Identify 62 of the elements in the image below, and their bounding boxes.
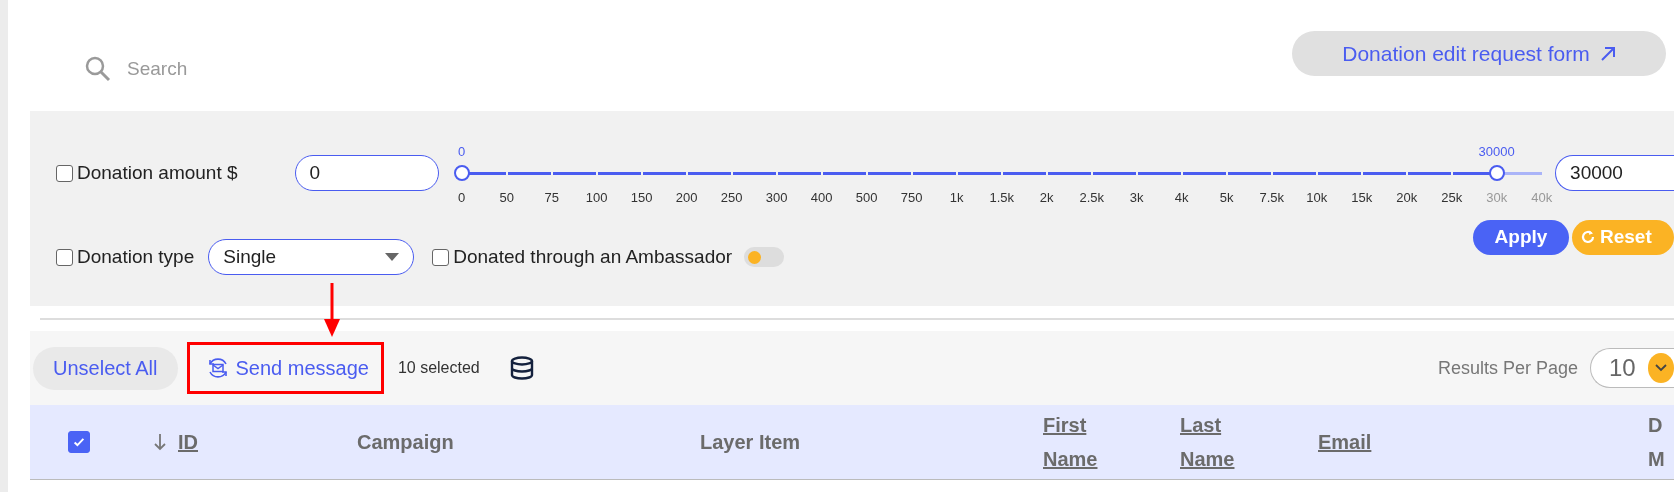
slider-reading: 30000	[1478, 144, 1515, 159]
chevron-down-icon	[1654, 364, 1667, 372]
column-header[interactable]: First Name	[1043, 408, 1103, 476]
tick-label: 100	[584, 190, 609, 205]
tick-label: 10k	[1305, 190, 1329, 205]
column-header[interactable]: Email	[1318, 425, 1372, 459]
tick-label: 3k	[1128, 190, 1145, 205]
tick-label: 4k	[1173, 190, 1190, 205]
caret-icon	[385, 253, 400, 261]
tick-label: 50	[498, 190, 515, 205]
slider-thumb[interactable]	[453, 164, 470, 181]
database-icon[interactable]	[509, 356, 534, 380]
search-icon	[85, 55, 111, 82]
toggle-switch[interactable]	[744, 247, 785, 267]
tick-label: 300	[764, 190, 789, 205]
slider-thumb[interactable]	[1488, 164, 1505, 181]
tick-label: 2k	[1038, 190, 1055, 205]
refresh-icon	[1580, 229, 1596, 245]
slider-reading: 0	[458, 144, 466, 159]
external-arrow-icon	[1599, 45, 1616, 62]
tick-label: 150	[629, 190, 654, 205]
tick-label: 0	[457, 190, 467, 205]
selected-count: 10 selected	[397, 359, 480, 377]
search-field[interactable]: Search	[125, 56, 429, 81]
max-amount-field[interactable]: 30000	[1555, 155, 1674, 191]
filter-label: Donation type	[77, 246, 195, 268]
send-message-button[interactable]: Send message	[189, 345, 381, 391]
checkbox[interactable]	[432, 248, 450, 266]
apply-button[interactable]: Apply	[1473, 219, 1569, 255]
min-amount-field[interactable]: 0	[294, 155, 440, 191]
tick-label: 40k	[1530, 190, 1554, 205]
tick-label: 250	[719, 190, 744, 205]
tick-label: 20k	[1395, 190, 1419, 205]
unselect-all-button[interactable]: Unselect All	[33, 346, 178, 390]
annotation-arrow	[324, 283, 340, 337]
column-header: Campaign	[357, 430, 454, 455]
tick-label: 7.5k	[1258, 190, 1285, 205]
tick-label: 1k	[948, 190, 965, 205]
checkbox[interactable]	[68, 431, 90, 453]
column-header: Layer Item	[700, 430, 801, 455]
tick-label: 2.5k	[1078, 190, 1105, 205]
tick-label: 400	[809, 190, 834, 205]
donation-type-select[interactable]: Single	[208, 239, 415, 275]
tick-label: 75	[543, 190, 560, 205]
results-per-page-label: Results Per Page	[1437, 357, 1578, 379]
checkbox[interactable]	[56, 164, 73, 182]
column-header[interactable]: Last Name	[1180, 408, 1240, 476]
tick-label: 200	[674, 190, 699, 205]
checkbox[interactable]	[56, 248, 73, 266]
tick-label: 15k	[1350, 190, 1374, 205]
filter-label: Donation amount $	[77, 162, 238, 184]
tick-label: 30k	[1485, 190, 1509, 205]
column-header[interactable]: ID	[178, 425, 198, 459]
tick-label: 25k	[1440, 190, 1464, 205]
per-page-select[interactable]: 10	[1590, 348, 1674, 388]
edit-request-button[interactable]: Donation edit request form	[1292, 31, 1666, 76]
tick-label: 500	[854, 190, 879, 205]
tick-label: 5k	[1218, 190, 1235, 205]
checkmark-icon	[72, 435, 86, 449]
tick-label: 1.5k	[988, 190, 1015, 205]
filter-label: Donated through an Ambassador	[453, 246, 733, 268]
tick-label: 750	[899, 190, 924, 205]
